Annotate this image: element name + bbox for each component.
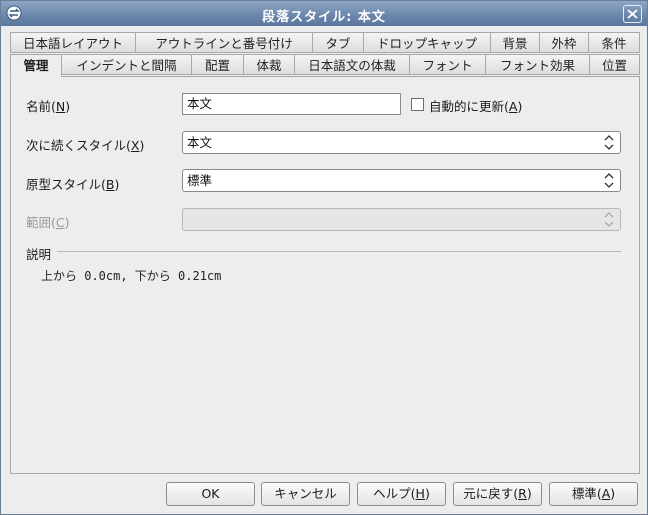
tab-outline-numbering[interactable]: アウトラインと番号付け — [135, 32, 313, 53]
tab-drop-caps[interactable]: ドロップキャップ — [363, 32, 491, 53]
tab-indents-spacing[interactable]: インデントと間隔 — [61, 54, 192, 75]
category-label: 範囲(C) — [26, 215, 70, 230]
tab-background[interactable]: 背景 — [490, 32, 540, 53]
name-label: 名前(N) — [26, 99, 71, 114]
chevron-updown-icon — [604, 212, 614, 227]
next-style-label: 次に続くスタイル(X) — [26, 138, 145, 153]
window-title: 段落スタイル: 本文 — [262, 10, 386, 25]
cancel-button[interactable]: キャンセル — [261, 482, 350, 506]
tab-alignment[interactable]: 配置 — [191, 54, 244, 75]
autoupdate-checkbox[interactable] — [411, 98, 424, 111]
tab-borders[interactable]: 外枠 — [539, 32, 589, 53]
parent-style-select[interactable]: 標準 — [182, 169, 621, 192]
tab-font-effects[interactable]: フォント効果 — [485, 54, 590, 75]
dialog-window: 段落スタイル: 本文 日本語レイアウト アウトラインと番号付け タブ ドロップキ… — [0, 0, 648, 515]
parent-style-value: 標準 — [187, 173, 213, 188]
parent-style-label: 原型スタイル(B) — [26, 177, 120, 192]
help-button[interactable]: ヘルプ(H) — [357, 482, 446, 506]
chevron-updown-icon — [604, 135, 614, 150]
description-separator — [57, 251, 621, 252]
next-style-select[interactable]: 本文 — [182, 131, 621, 154]
standard-button[interactable]: 標準(A) — [549, 482, 638, 506]
ok-button[interactable]: OK — [166, 482, 255, 506]
tab-tabs[interactable]: タブ — [312, 32, 364, 53]
tab-font[interactable]: フォント — [409, 54, 486, 75]
category-select — [182, 208, 621, 231]
close-button[interactable] — [623, 5, 642, 23]
title-bar[interactable]: 段落スタイル: 本文 — [1, 1, 647, 26]
name-input[interactable]: 本文 — [182, 93, 401, 115]
reset-button[interactable]: 元に戻す(R) — [453, 482, 542, 506]
autoupdate-label[interactable]: 自動的に更新(A) — [429, 96, 522, 115]
tab-organizer[interactable]: 管理 — [10, 54, 62, 77]
tab-asian-typography[interactable]: 日本語文の体裁 — [294, 54, 410, 75]
description-heading: 説明 — [26, 247, 52, 262]
tab-asian-layout[interactable]: 日本語レイアウト — [10, 32, 136, 53]
tab-position[interactable]: 位置 — [589, 54, 640, 75]
close-icon — [627, 9, 638, 19]
next-style-value: 本文 — [187, 135, 213, 150]
tab-condition[interactable]: 条件 — [588, 32, 640, 53]
chevron-updown-icon — [604, 173, 614, 188]
tab-text-flow[interactable]: 体裁 — [243, 54, 295, 75]
description-text: 上から 0.0cm, 下から 0.21cm — [41, 269, 222, 283]
